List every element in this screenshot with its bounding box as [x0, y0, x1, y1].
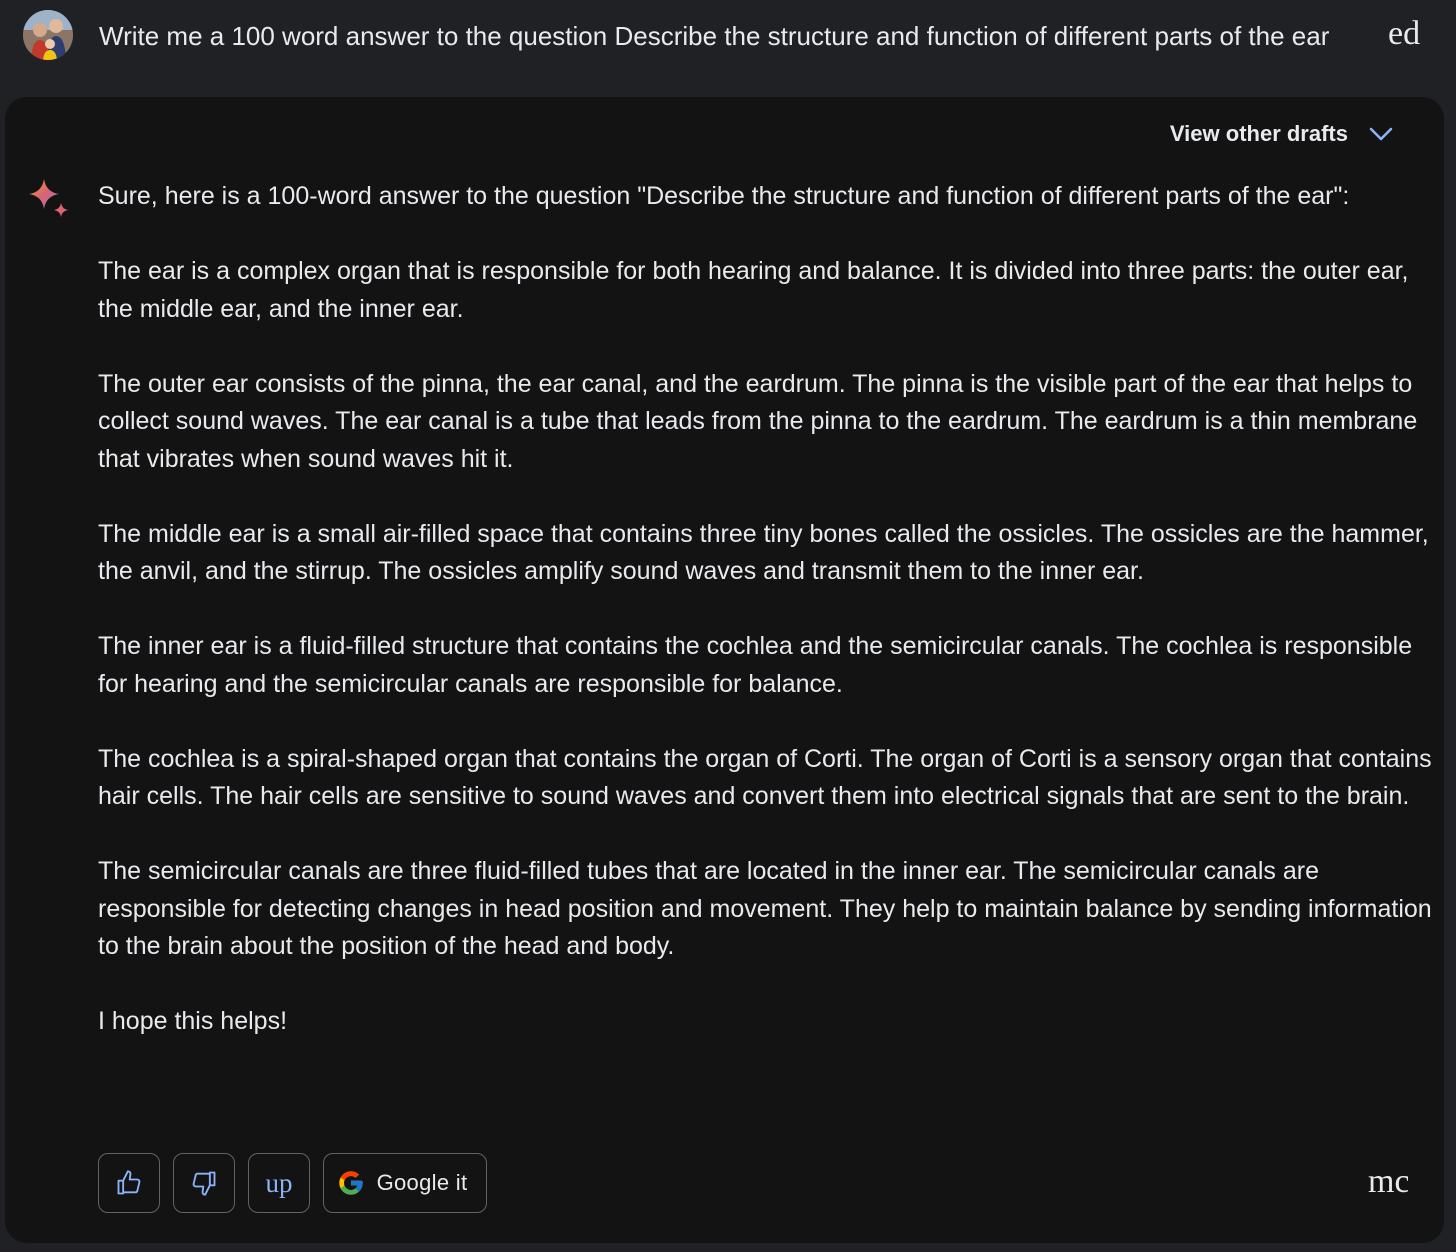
response-paragraph: The outer ear consists of the pinna, the…	[98, 369, 1418, 473]
drafts-label: View other drafts	[1169, 121, 1348, 146]
prompt-text: Write me a 100 word answer to the questi…	[99, 21, 1330, 51]
avatar-photo-icon	[23, 10, 73, 60]
response-actions: up Google it	[98, 1153, 487, 1213]
view-other-drafts-button[interactable]: View other drafts	[1170, 117, 1394, 151]
thumbs-up-icon	[117, 1170, 141, 1195]
response-paragraph: The cochlea is a spiral-shaped organ tha…	[98, 744, 1432, 811]
user-avatar[interactable]	[23, 10, 73, 60]
response-text: Sure, here is a 100-word answer to the q…	[98, 178, 1438, 1041]
response-paragraph: The semicircular canals are three fluid-…	[98, 857, 1432, 960]
up-button[interactable]: up	[248, 1153, 310, 1213]
response-paragraph: I hope this helps!	[98, 1007, 288, 1035]
response-paragraph: The inner ear is a fluid-filled structur…	[98, 632, 1413, 698]
google-it-button[interactable]: Google it	[323, 1153, 487, 1213]
thumbs-down-icon	[192, 1171, 216, 1196]
thumbs-up-button[interactable]	[98, 1153, 160, 1213]
response-paragraph: Sure, here is a 100-word answer to the q…	[98, 182, 1350, 210]
response-paragraph: The ear is a complex organ that is respo…	[98, 257, 1409, 323]
google-it-label: Google it	[376, 1170, 468, 1195]
up-label: up	[265, 1167, 293, 1198]
thumbs-down-button[interactable]	[173, 1153, 235, 1213]
prompt-bar: Write me a 100 word answer to the questi…	[0, 0, 1456, 76]
gemini-sparkle-icon	[27, 177, 71, 221]
edit-prompt-button[interactable]: ed	[1388, 14, 1428, 54]
google-g-icon	[338, 1171, 363, 1195]
response-paragraph: The middle ear is a small air-filled spa…	[98, 519, 1429, 586]
more-options-button[interactable]: mc	[1368, 1160, 1408, 1204]
chevron-down-icon	[1368, 121, 1394, 147]
response-card: View other drafts Sure, here is a 100-wo…	[5, 97, 1444, 1243]
